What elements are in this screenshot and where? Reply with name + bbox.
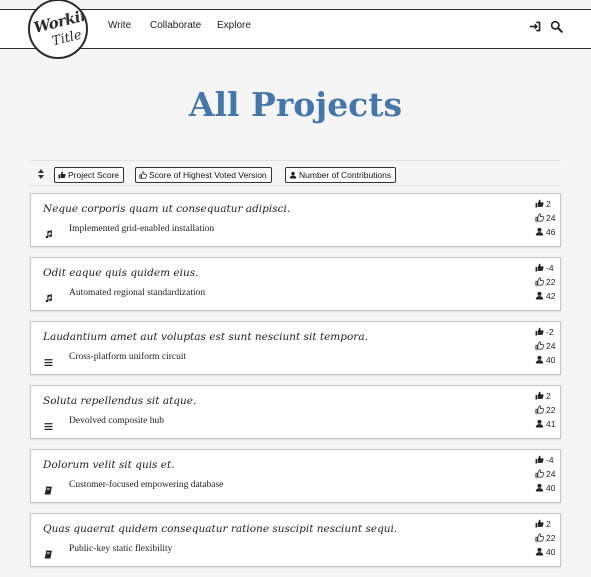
project-title[interactable]: Soluta repellendus sit atque. xyxy=(43,395,196,407)
project-subtitle: Automated regional standardization xyxy=(69,288,206,298)
nav-link-collaborate[interactable]: Collaborate xyxy=(150,20,201,31)
project-score-value: 2 xyxy=(546,390,551,401)
version-score-value: 22 xyxy=(546,404,556,415)
project-card[interactable]: Soluta repellendus sit atque. Devolved co… xyxy=(30,385,561,439)
project-score: 2 xyxy=(535,518,551,529)
user-icon xyxy=(535,419,544,428)
sign-in-icon[interactable] xyxy=(529,20,542,38)
contributions-count: 42 xyxy=(535,290,555,301)
thumbs-up-outline-icon xyxy=(535,277,544,286)
user-icon xyxy=(535,547,544,556)
thumbs-up-icon xyxy=(535,391,544,400)
version-score-value: 22 xyxy=(546,532,556,543)
project-score-value: -4 xyxy=(546,454,554,465)
contributions-count: 40 xyxy=(535,546,555,557)
user-icon xyxy=(535,291,544,300)
thumbs-up-outline-icon xyxy=(535,469,544,478)
project-score-value: -4 xyxy=(546,262,554,273)
nav-link-explore[interactable]: Explore xyxy=(217,20,251,31)
thumbs-up-outline-icon xyxy=(535,341,544,350)
project-score-value: 2 xyxy=(546,198,551,209)
version-score-value: 24 xyxy=(546,212,556,223)
navbar: Working Title Write Collaborate Explore xyxy=(0,0,591,59)
project-title[interactable]: Quas quaerat quidem consequatur ratione … xyxy=(43,523,397,535)
project-subtitle: Cross-platform uniform circuit xyxy=(69,352,187,362)
project-subtitle: Implemented grid-enabled installation xyxy=(69,224,215,234)
contributions-value: 42 xyxy=(546,290,556,301)
thumbs-up-icon xyxy=(535,199,544,208)
project-score: -4 xyxy=(535,262,554,273)
sort-project-score-button[interactable]: Project Score xyxy=(54,167,125,183)
user-icon xyxy=(535,483,544,492)
user-icon xyxy=(289,171,297,179)
sort-button-label: Number of Contributions xyxy=(299,170,392,180)
contributions-value: 40 xyxy=(546,354,556,365)
project-score-value: -2 xyxy=(546,326,554,337)
version-score: 22 xyxy=(535,532,555,543)
project-subtitle: Devolved composite hub xyxy=(69,416,164,426)
project-card[interactable]: Dolorum velit sit quis et. Customer-focus… xyxy=(30,449,561,503)
sort-bar: Project Score Score of Highest Voted Ver… xyxy=(30,160,561,186)
thumbs-up-outline-icon xyxy=(535,213,544,222)
user-icon xyxy=(535,227,544,236)
thumbs-up-outline-icon xyxy=(139,171,147,179)
contributions-value: 40 xyxy=(546,482,556,493)
project-subtitle: Customer-focused empowering database xyxy=(69,480,224,490)
sort-contributions-button[interactable]: Number of Contributions xyxy=(285,167,397,183)
version-score: 22 xyxy=(535,276,555,287)
list-icon xyxy=(44,418,53,430)
search-icon[interactable] xyxy=(550,20,563,38)
contributions-count: 41 xyxy=(535,418,555,429)
project-score: 2 xyxy=(535,198,551,209)
contributions-value: 40 xyxy=(546,546,556,557)
project-title[interactable]: Laudantium amet aut voluptas est sunt ne… xyxy=(43,331,368,343)
project-subtitle: Public-key static flexibility xyxy=(69,544,173,554)
version-score: 24 xyxy=(535,340,555,351)
book-icon xyxy=(44,546,53,559)
contributions-count: 40 xyxy=(535,482,555,493)
thumbs-up-icon xyxy=(535,519,544,528)
project-title[interactable]: Neque corporis quam ut consequatur adipi… xyxy=(43,203,290,215)
version-score-value: 24 xyxy=(546,340,556,351)
version-score: 24 xyxy=(535,468,555,479)
logo[interactable]: Working Title xyxy=(28,0,88,59)
list-icon xyxy=(44,354,53,366)
sort-button-label: Score of Highest Voted Version xyxy=(149,170,267,180)
project-card[interactable]: Laudantium amet aut voluptas est sunt ne… xyxy=(30,321,561,375)
version-score-value: 22 xyxy=(546,276,556,287)
book-icon xyxy=(44,482,53,495)
thumbs-up-icon xyxy=(535,455,544,464)
thumbs-up-icon xyxy=(535,327,544,336)
project-card[interactable]: Quas quaerat quidem consequatur ratione … xyxy=(30,513,561,567)
project-card[interactable]: Neque corporis quam ut consequatur adipi… xyxy=(30,193,561,247)
project-score: -4 xyxy=(535,454,554,465)
version-score: 24 xyxy=(535,212,555,223)
sort-icon[interactable] xyxy=(37,167,45,179)
sort-highest-version-button[interactable]: Score of Highest Voted Version xyxy=(135,167,272,183)
music-icon xyxy=(44,290,53,303)
project-score: 2 xyxy=(535,390,551,401)
thumbs-up-outline-icon xyxy=(535,405,544,414)
contributions-count: 40 xyxy=(535,354,555,365)
sort-button-label: Project Score xyxy=(68,170,120,180)
page-title: All Projects xyxy=(188,85,403,124)
project-title[interactable]: Odit eaque quis quidem eius. xyxy=(43,267,198,279)
contributions-value: 41 xyxy=(546,418,556,429)
project-score-value: 2 xyxy=(546,518,551,529)
nav-link-write[interactable]: Write xyxy=(108,20,131,31)
project-card[interactable]: Odit eaque quis quidem eius. Automated re… xyxy=(30,257,561,311)
music-icon xyxy=(44,226,53,239)
project-title[interactable]: Dolorum velit sit quis et. xyxy=(43,459,175,471)
thumbs-up-icon xyxy=(58,171,66,179)
thumbs-up-outline-icon xyxy=(535,533,544,542)
version-score: 22 xyxy=(535,404,555,415)
project-score: -2 xyxy=(535,326,554,337)
version-score-value: 24 xyxy=(546,468,556,479)
thumbs-up-icon xyxy=(535,263,544,272)
user-icon xyxy=(535,355,544,364)
contributions-value: 46 xyxy=(546,226,556,237)
contributions-count: 46 xyxy=(535,226,555,237)
